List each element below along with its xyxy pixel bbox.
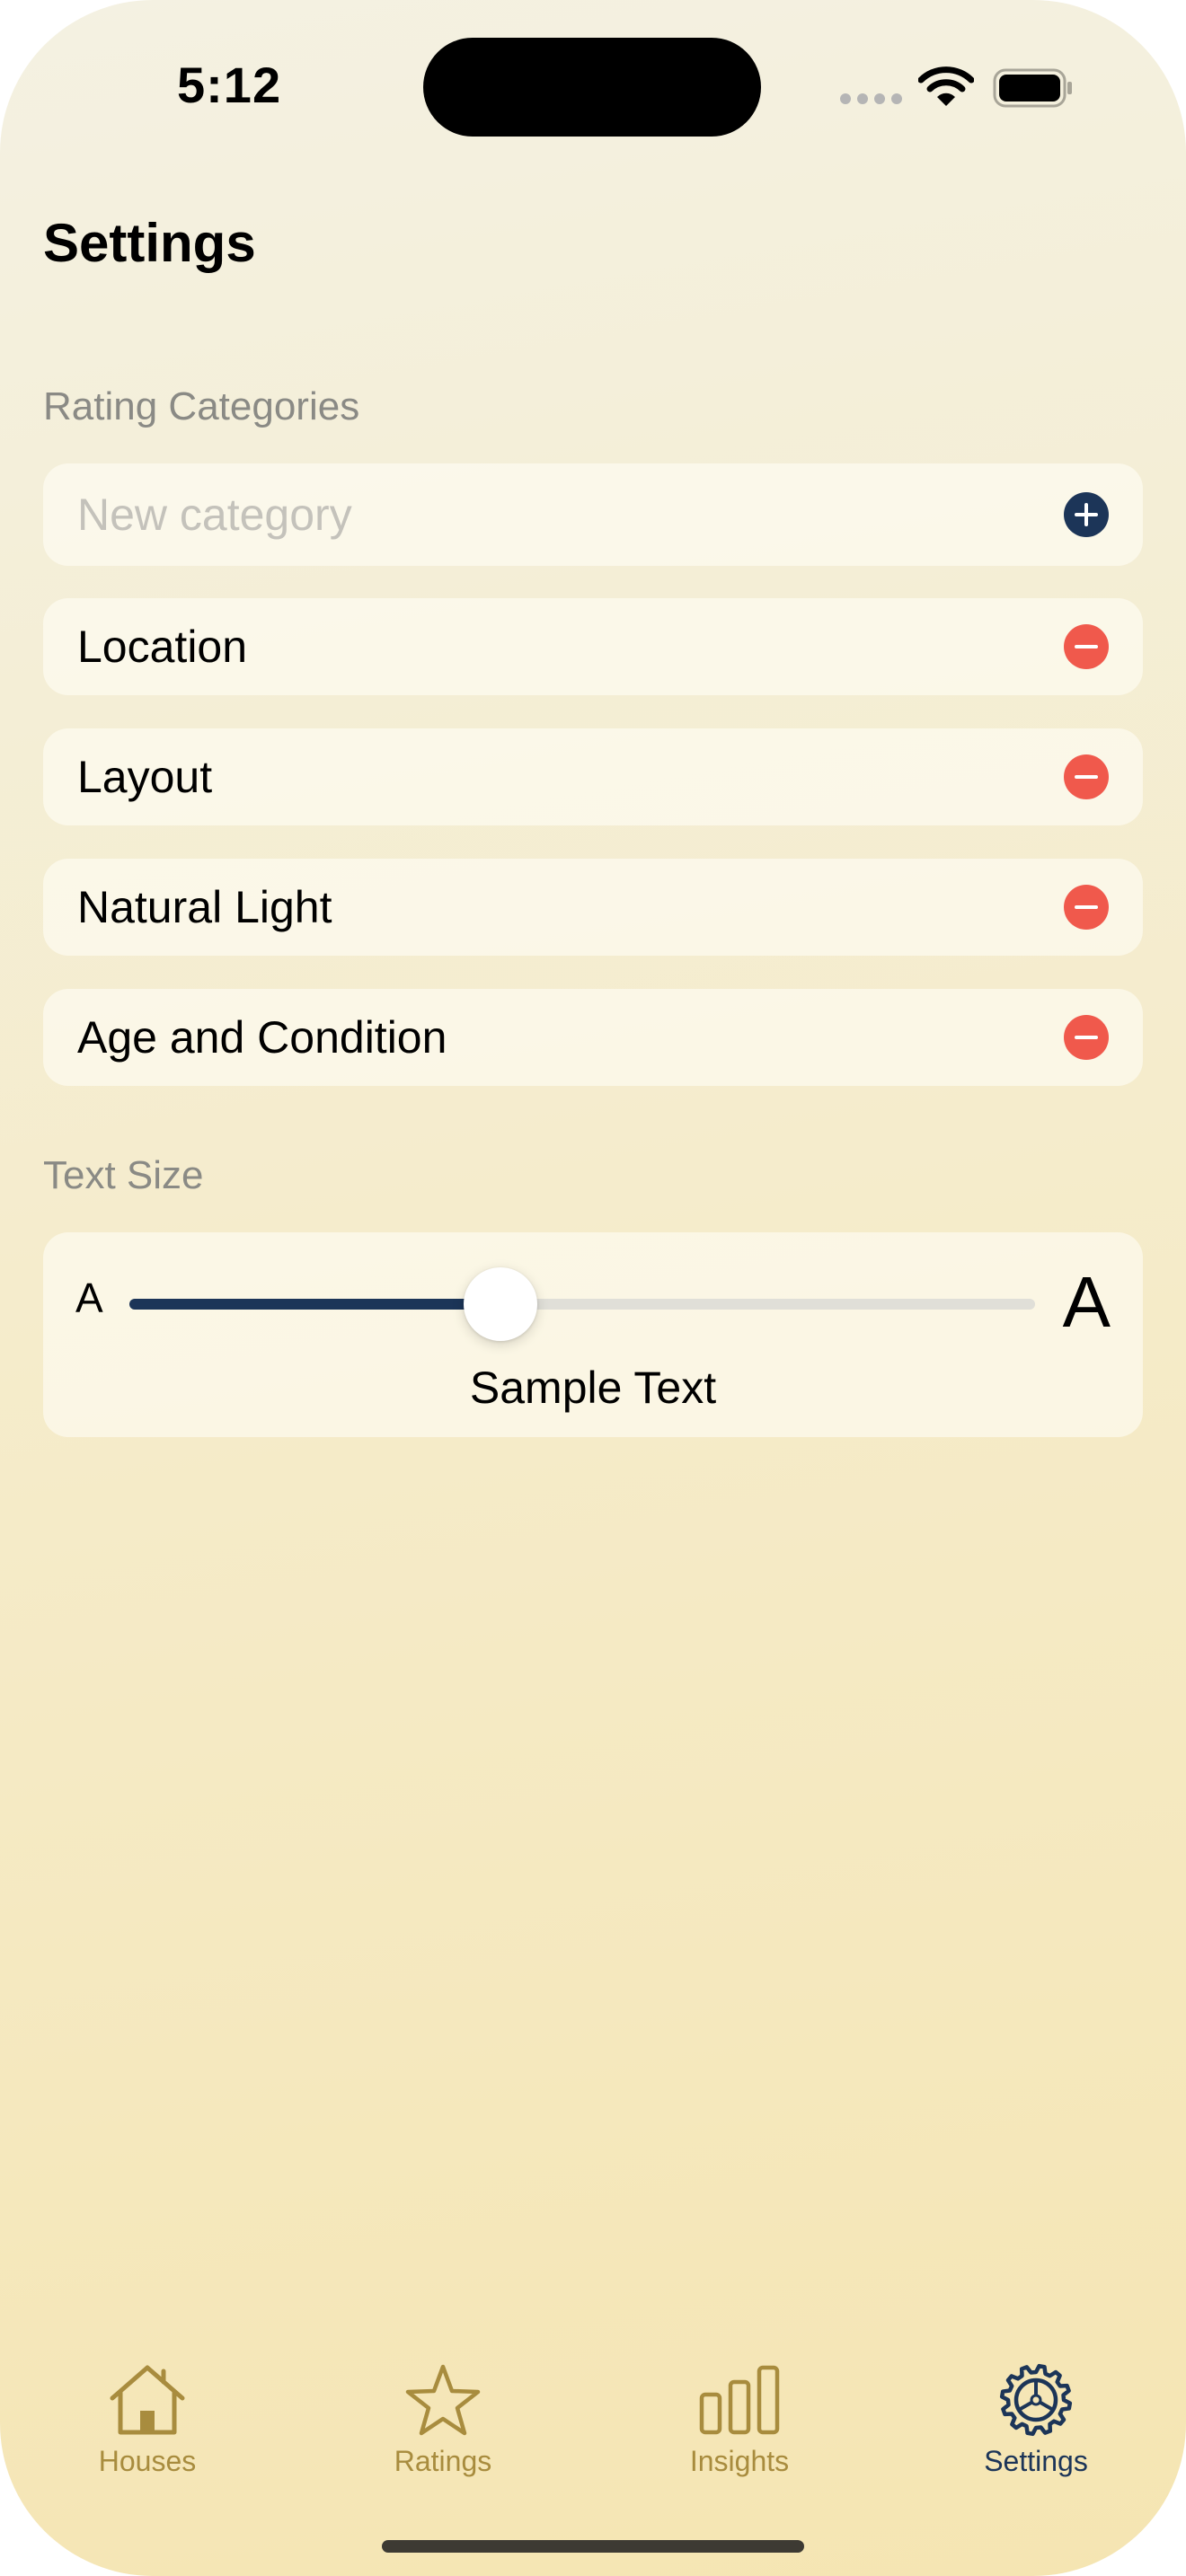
new-category-row: [43, 463, 1143, 566]
text-size-card: A A Sample Text: [43, 1232, 1143, 1437]
rating-categories-header: Rating Categories: [43, 384, 360, 428]
star-icon: [405, 2364, 481, 2436]
category-label: Layout: [77, 752, 213, 802]
tab-settings[interactable]: Settings: [937, 2362, 1135, 2497]
tab-insights[interactable]: Insights: [641, 2362, 838, 2497]
house-icon: [110, 2365, 185, 2435]
category-row: Age and Condition: [43, 989, 1143, 1086]
wifi-icon: [918, 66, 974, 106]
battery-icon: [993, 68, 1072, 108]
remove-category-button[interactable]: [1064, 1015, 1109, 1060]
remove-category-button[interactable]: [1064, 624, 1109, 669]
cellular-signal-icon: [840, 93, 903, 106]
dynamic-island: [423, 38, 761, 137]
gear-icon: [999, 2363, 1073, 2437]
remove-category-button[interactable]: [1064, 754, 1109, 799]
tab-insights-label: Insights: [689, 2445, 790, 2477]
tab-settings-label: Settings: [984, 2445, 1088, 2477]
add-category-button[interactable]: [1064, 492, 1109, 537]
text-size-header: Text Size: [43, 1153, 204, 1197]
status-time: 5:12: [177, 57, 282, 113]
category-row: Layout: [43, 728, 1143, 825]
bar-chart-icon: [699, 2365, 780, 2435]
remove-category-button[interactable]: [1064, 885, 1109, 930]
tab-ratings[interactable]: Ratings: [344, 2362, 542, 2497]
slider-fill: [129, 1299, 501, 1310]
category-row: Natural Light: [43, 859, 1143, 956]
category-row: Location: [43, 598, 1143, 695]
page-title: Settings: [43, 213, 256, 273]
tab-houses-label: Houses: [98, 2445, 197, 2477]
tab-ratings-label: Ratings: [394, 2445, 492, 2477]
home-indicator: [382, 2540, 804, 2553]
category-label: Location: [77, 622, 248, 672]
tab-houses[interactable]: Houses: [49, 2362, 246, 2497]
category-label: Age and Condition: [77, 1012, 447, 1063]
new-category-input[interactable]: [77, 489, 976, 541]
large-text-label: A: [1062, 1262, 1111, 1342]
text-size-slider[interactable]: [129, 1267, 1035, 1341]
settings-screen: 5:12 Settings Rating Categories Location…: [0, 0, 1186, 2576]
slider-thumb[interactable]: [464, 1267, 538, 1341]
small-text-label: A: [75, 1275, 103, 1321]
category-label: Natural Light: [77, 882, 332, 932]
sample-text: Sample Text: [469, 1363, 717, 1413]
